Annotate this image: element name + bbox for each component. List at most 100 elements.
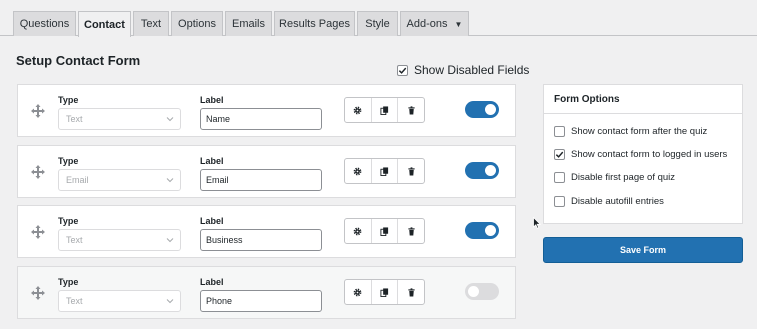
tab-emails[interactable]: Emails	[225, 11, 272, 36]
type-label: Type	[58, 277, 79, 287]
type-select[interactable]: Text	[58, 290, 181, 312]
duplicate-button[interactable]	[372, 219, 399, 243]
checkbox[interactable]	[554, 126, 565, 137]
tab-label: Contact	[84, 18, 125, 31]
duplicate-icon	[380, 226, 389, 236]
duplicate-button[interactable]	[372, 280, 399, 304]
toggle-knob	[485, 165, 496, 176]
tab-options[interactable]: Options	[171, 11, 223, 36]
field-actions	[344, 158, 425, 184]
tab-label: Results Pages	[279, 18, 350, 30]
gear-icon	[353, 288, 362, 296]
option-show-after-quiz[interactable]: Show contact form after the quiz	[554, 125, 707, 138]
tab-label: Style	[365, 18, 390, 30]
drag-handle-icon[interactable]	[31, 286, 45, 300]
save-form-button[interactable]: Save Form	[543, 237, 743, 263]
tab-bar: Questions Contact Text Options Emails Re…	[0, 0, 757, 37]
field-row: Type Text Label Name	[17, 84, 516, 137]
label-label: Label	[200, 156, 224, 166]
type-select[interactable]: Email	[58, 169, 181, 191]
checkbox[interactable]	[554, 196, 565, 207]
field-enabled-toggle[interactable]	[465, 222, 499, 239]
field-row: Type Text Label Business	[17, 205, 516, 258]
checkbox[interactable]	[554, 172, 565, 183]
chevron-down-icon	[166, 178, 174, 183]
trash-icon	[408, 105, 415, 115]
chevron-down-icon	[166, 117, 174, 122]
field-row: Type Email Label Email	[17, 145, 516, 198]
tab-label: Emails	[231, 18, 265, 30]
option-label: Disable autofill entries	[571, 196, 664, 207]
tab-questions[interactable]: Questions	[13, 11, 76, 36]
delete-button[interactable]	[398, 219, 424, 243]
caret-down-icon: ▼	[454, 19, 463, 29]
label-input[interactable]: Email	[200, 169, 322, 191]
field-enabled-toggle[interactable]	[465, 101, 499, 118]
duplicate-button[interactable]	[372, 159, 399, 183]
chevron-down-icon	[166, 299, 174, 304]
trash-icon	[408, 166, 415, 176]
drag-handle-icon[interactable]	[31, 165, 45, 179]
type-value: Email	[66, 175, 89, 185]
tab-style[interactable]: Style	[357, 11, 398, 36]
label-input[interactable]: Phone	[200, 290, 322, 312]
show-disabled-label: Show Disabled Fields	[414, 63, 530, 77]
field-actions	[344, 97, 425, 123]
field-enabled-toggle[interactable]	[465, 162, 499, 179]
label-label: Label	[200, 95, 224, 105]
option-label: Disable first page of quiz	[571, 172, 676, 183]
option-disable-first-page[interactable]: Disable first page of quiz	[554, 171, 675, 184]
type-value: Text	[66, 235, 83, 245]
divider	[544, 113, 742, 114]
drag-handle-icon[interactable]	[31, 225, 45, 239]
duplicate-icon	[380, 287, 389, 297]
field-actions	[344, 218, 425, 244]
checkbox[interactable]	[397, 64, 408, 76]
settings-button[interactable]	[345, 219, 372, 243]
tab-results-pages[interactable]: Results Pages	[274, 11, 355, 36]
trash-icon	[408, 226, 415, 236]
toggle-knob	[485, 104, 496, 115]
tab-label: Options	[178, 18, 216, 30]
settings-button[interactable]	[345, 280, 372, 304]
label-label: Label	[200, 216, 224, 226]
settings-button[interactable]	[345, 159, 372, 183]
page-title: Setup Contact Form	[16, 53, 141, 68]
tab-contact[interactable]: Contact	[78, 11, 131, 37]
mouse-cursor-icon	[533, 217, 541, 229]
field-enabled-toggle[interactable]	[465, 283, 499, 300]
checkmark-icon	[398, 67, 407, 74]
type-value: Text	[66, 296, 83, 306]
settings-button[interactable]	[345, 98, 372, 122]
tab-add-ons[interactable]: Add-ons ▼	[400, 11, 469, 36]
option-label: Show contact form to logged in users	[571, 149, 728, 160]
type-label: Type	[58, 216, 79, 226]
chevron-down-icon	[166, 238, 174, 243]
form-options-panel: Form Options Show contact form after the…	[543, 84, 743, 224]
type-value: Text	[66, 114, 83, 124]
duplicate-button[interactable]	[372, 98, 399, 122]
delete-button[interactable]	[398, 280, 424, 304]
duplicate-icon	[380, 105, 389, 115]
tab-label: Text	[140, 18, 162, 30]
delete-button[interactable]	[398, 159, 424, 183]
label-input[interactable]: Name	[200, 108, 322, 130]
type-select[interactable]: Text	[58, 108, 181, 130]
tab-label: Questions	[19, 18, 70, 30]
gear-icon	[353, 167, 362, 175]
delete-button[interactable]	[398, 98, 424, 122]
field-row: Type Text Label Phone	[17, 266, 516, 319]
gear-icon	[353, 106, 362, 114]
duplicate-icon	[380, 166, 389, 176]
type-label: Type	[58, 95, 79, 105]
show-disabled-fields-toggle[interactable]: Show Disabled Fields	[397, 63, 529, 77]
label-input[interactable]: Business	[200, 229, 322, 251]
tab-text[interactable]: Text	[133, 11, 169, 36]
option-show-logged-in[interactable]: Show contact form to logged in users	[554, 148, 727, 161]
type-select[interactable]: Text	[58, 229, 181, 251]
checkbox[interactable]	[554, 149, 565, 160]
type-label: Type	[58, 156, 79, 166]
checkmark-icon	[555, 151, 564, 158]
drag-handle-icon[interactable]	[31, 104, 45, 118]
option-disable-autofill[interactable]: Disable autofill entries	[554, 195, 664, 208]
